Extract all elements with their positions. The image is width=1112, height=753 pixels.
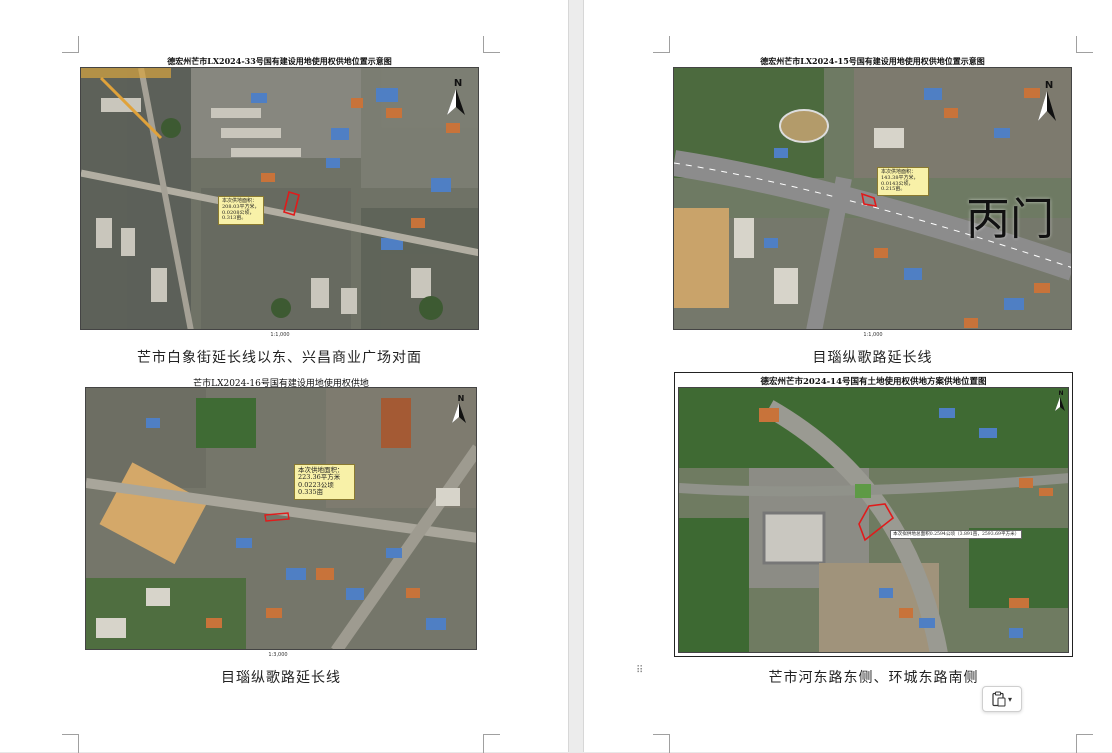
north-arrow: N (1038, 80, 1060, 121)
crop-mark (62, 734, 79, 753)
area-callout: 本次供地面积： 208.03平方米， 0.0208公顷， 0.313亩。 (218, 196, 264, 225)
map-scale: 1:1,000 (863, 332, 883, 338)
aerial-map-14: 本次拟供地总面积0.2594公顷（3.891亩，2593.69平方米） N (678, 387, 1069, 653)
parcel-outline (283, 191, 300, 217)
aerial-image (81, 68, 478, 329)
map-scale: 1:3,000 (268, 652, 288, 658)
area-callout: 本次拟供地总面积0.2594公顷（3.891亩，2593.69平方米） (890, 530, 1023, 540)
parcel-outline (860, 192, 878, 207)
area-callout: 本次供地面积： 143.38平方米， 0.0143公顷， 0.215亩。 (877, 167, 929, 196)
parcel-outline (858, 503, 895, 542)
north-letter: N (457, 394, 465, 403)
north-letter: N (1058, 390, 1064, 397)
parcel-outline (264, 512, 290, 522)
north-arrow: N (1055, 390, 1067, 411)
page-gutter (568, 0, 584, 752)
north-arrow-icon (452, 403, 466, 423)
map-scale: 1:1,000 (270, 332, 290, 338)
north-arrow-icon (1055, 397, 1065, 411)
north-letter: N (1044, 80, 1054, 91)
aerial-map-15: 本次供地面积： 143.38平方米， 0.0143公顷， 0.215亩。 丙门 N (673, 67, 1072, 330)
crop-mark (483, 36, 500, 53)
crop-mark (1076, 734, 1093, 753)
map-caption: 目瑙纵歌路延长线 (221, 670, 341, 686)
area-callout: 本次供地面积： 223.36平方米 0.0223公顷 0.335亩 (294, 464, 355, 500)
aerial-map-33: 本次供地面积： 208.03平方米， 0.0208公顷， 0.313亩。 N (80, 67, 479, 330)
crop-mark (653, 734, 670, 753)
north-arrow: N (452, 394, 470, 423)
chevron-down-icon: ▾ (1007, 694, 1012, 704)
crop-mark (483, 734, 500, 753)
north-arrow-icon (1038, 91, 1056, 121)
north-arrow-icon (447, 89, 465, 115)
north-arrow: N (447, 78, 469, 115)
map-title: 德宏州芒市LX2024-33号国有建设用地使用权供地位置示意图 (167, 56, 392, 66)
aerial-map-16: 本次供地面积： 223.36平方米 0.0223公顷 0.335亩 N (85, 387, 477, 650)
drag-handle-icon[interactable]: ⠿ (636, 666, 646, 684)
map-caption: 芒市白象街延长线以东、兴昌商业广场对面 (137, 350, 422, 366)
paste-options-button[interactable]: ▾ (982, 686, 1022, 712)
crop-mark (1076, 36, 1093, 53)
north-letter: N (453, 78, 463, 89)
clipboard-icon (992, 691, 1006, 707)
map-caption: 芒市河东路东侧、环城东路南侧 (768, 670, 979, 686)
crop-mark (62, 36, 79, 53)
map-caption: 目瑙纵歌路延长线 (812, 350, 933, 366)
overlay-label: 丙门 (966, 194, 1054, 245)
crop-mark (653, 36, 670, 53)
map-title: 德宏州芒市2024-14号国有土地使用权供地方案供地位置图 (760, 377, 987, 387)
map-title: 德宏州芒市LX2024-15号国有建设用地使用权供地位置示意图 (760, 56, 985, 66)
